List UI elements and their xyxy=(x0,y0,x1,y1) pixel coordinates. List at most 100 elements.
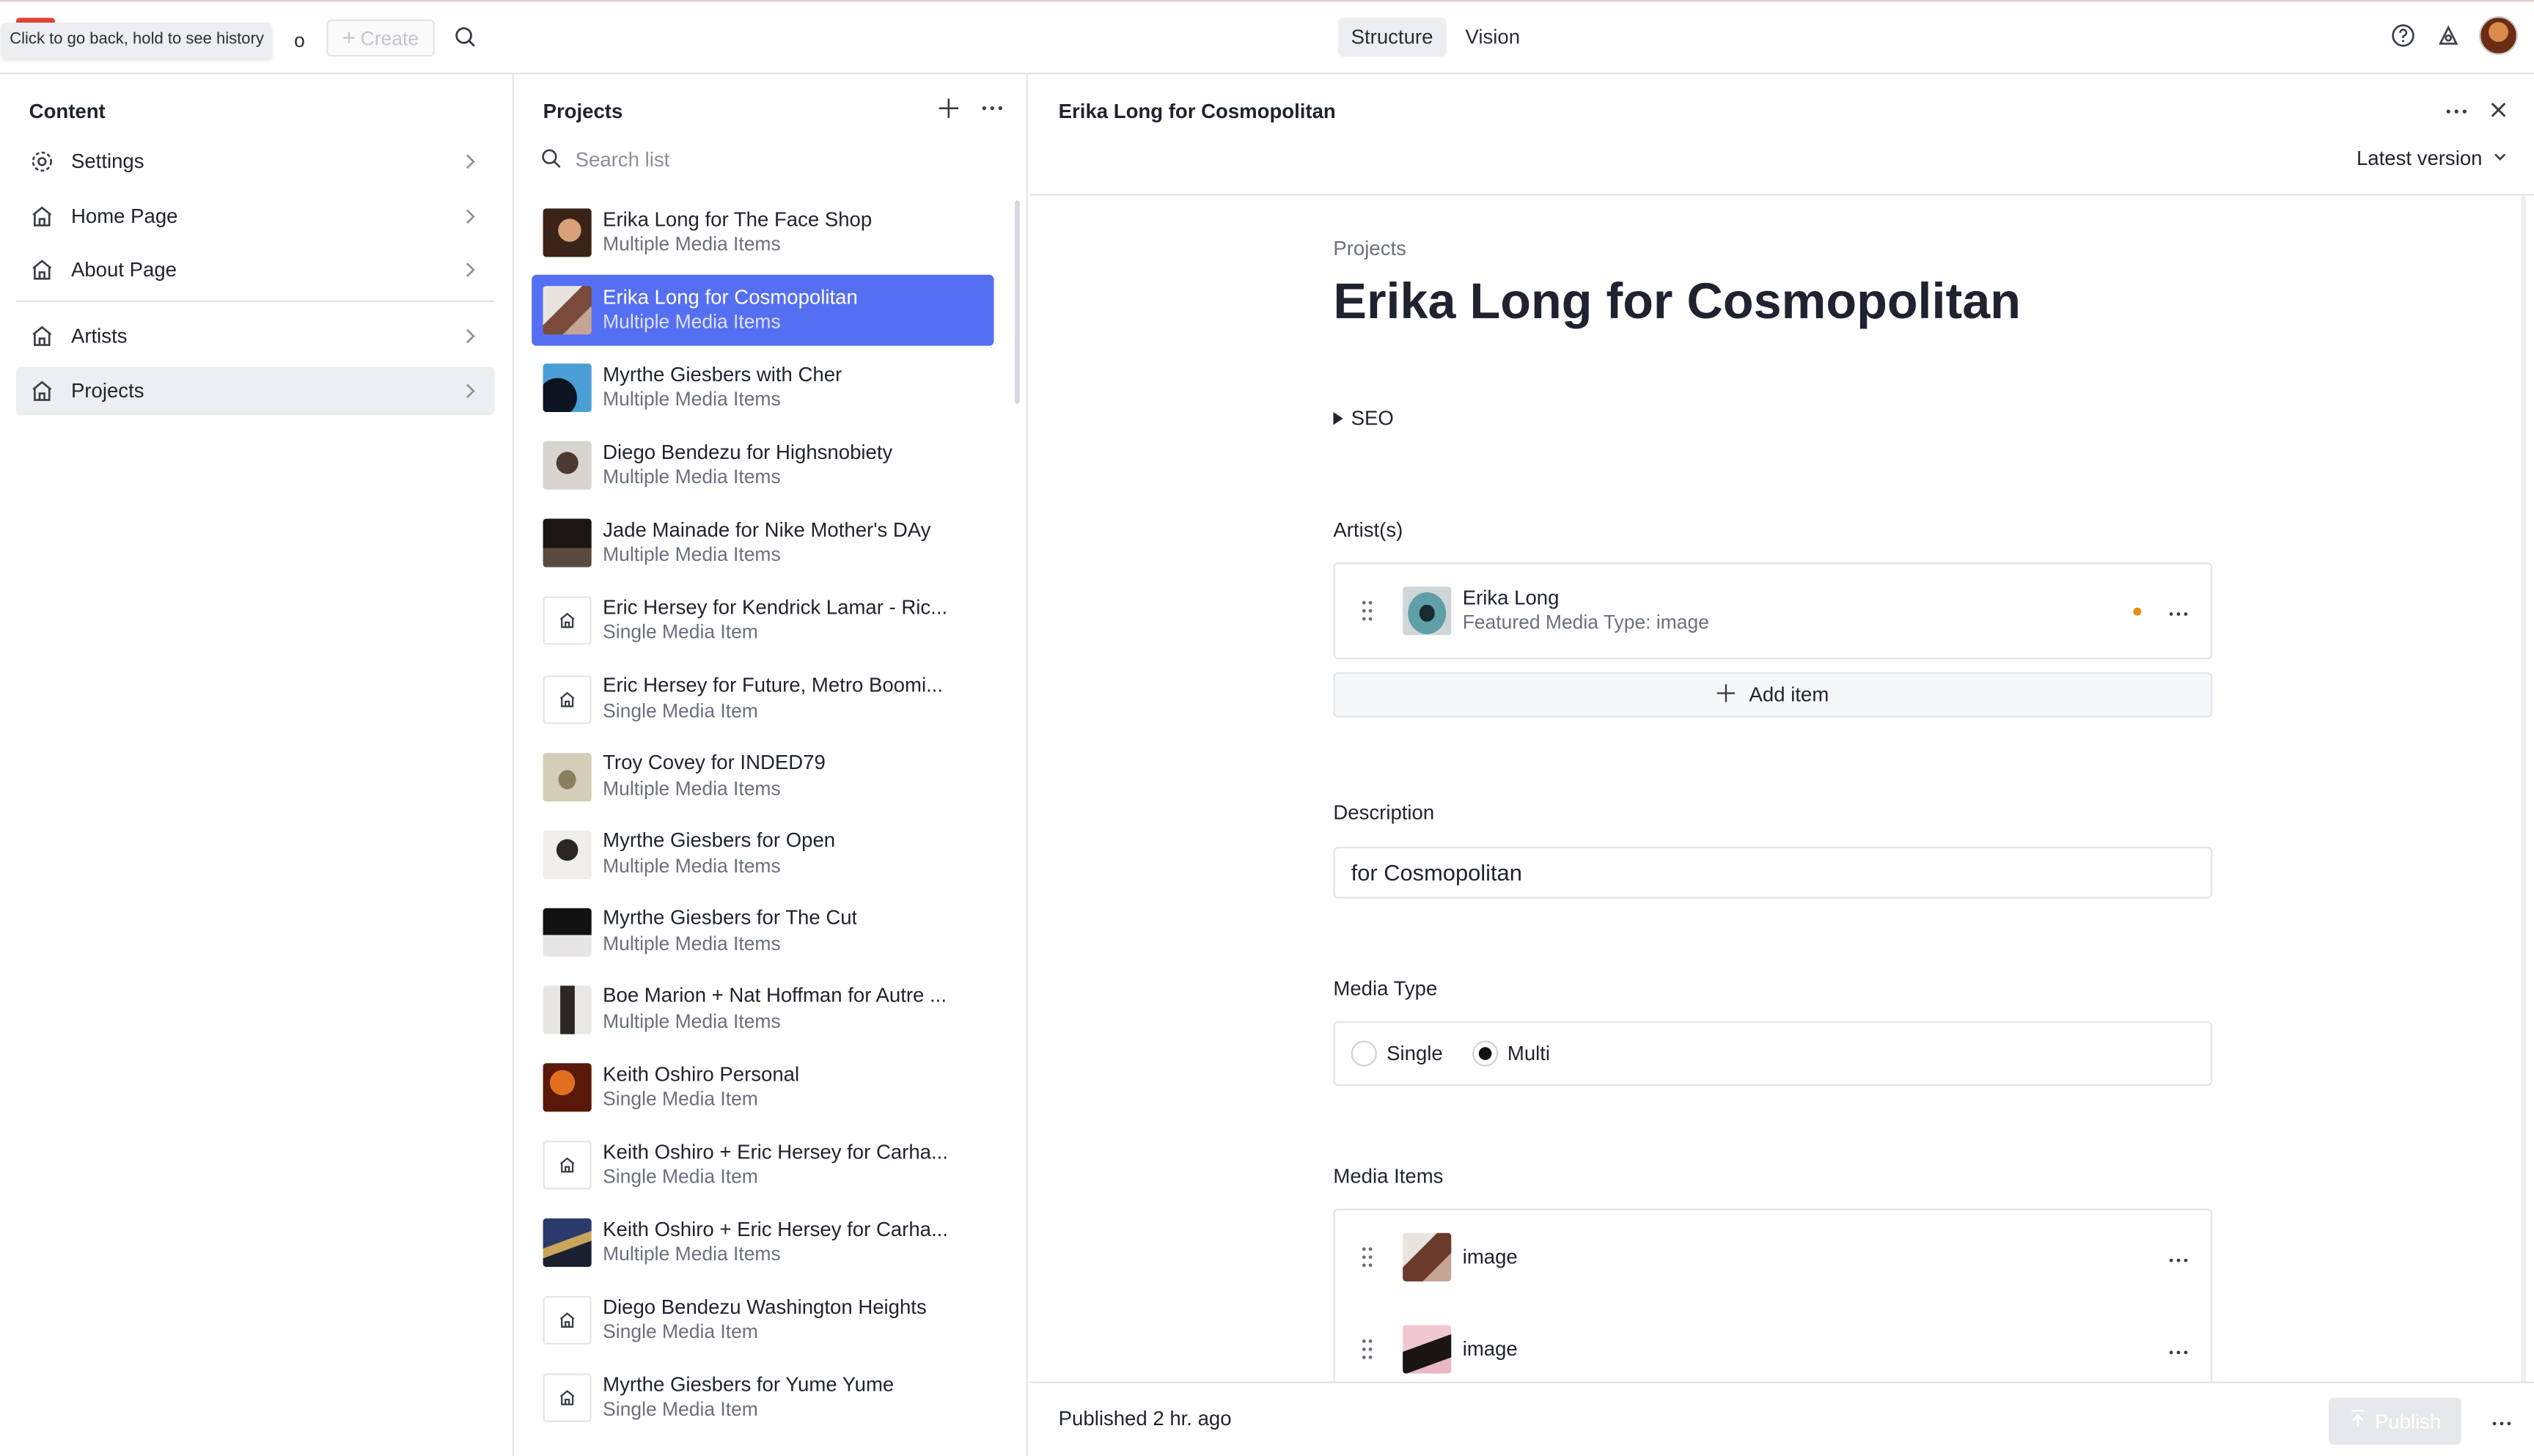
add-item-button[interactable]: Add item xyxy=(1333,672,2213,718)
nav-item-label: Projects xyxy=(70,378,144,402)
user-avatar[interactable] xyxy=(2479,16,2518,55)
search-list-input[interactable] xyxy=(575,148,963,172)
artist-reference-row[interactable]: Erika Long Featured Media Type: image xyxy=(1335,564,2211,658)
list-item-title: Boe Marion + Nat Hoffman for Autre ... xyxy=(603,985,947,1008)
add-document-icon[interactable] xyxy=(937,97,960,120)
list-item-title: Jade Mainade for Nike Mother's DAy xyxy=(603,518,931,542)
list-item[interactable]: Troy Covey for INDED79 Multiple Media Ite… xyxy=(532,741,994,812)
top-navbar: Click to go back, hold to see history o … xyxy=(0,0,2534,75)
list-item-subtitle: Single Media Item xyxy=(603,1398,758,1422)
plus-icon xyxy=(1716,683,1736,707)
list-item-subtitle: Multiple Media Items xyxy=(603,776,781,800)
media-item-row[interactable]: image xyxy=(1335,1303,2211,1382)
list-item-title: Diego Bendezu Washington Heights xyxy=(603,1295,927,1319)
version-select[interactable]: Latest version xyxy=(2357,147,2508,169)
artist-subtitle: Featured Media Type: image xyxy=(1462,611,1709,634)
nav-item-about-page[interactable]: About Page xyxy=(16,246,494,294)
more-options-icon[interactable] xyxy=(2167,603,2190,619)
workspace-name-fragment[interactable]: o xyxy=(294,29,305,52)
list-item[interactable]: Keith Oshiro + Eric Hersey for Carha... S… xyxy=(532,1130,994,1201)
tab-vision[interactable]: Vision xyxy=(1453,18,1533,56)
publish-icon xyxy=(2349,1409,2365,1433)
list-item[interactable]: Jade Mainade for Nike Mother's DAy Multip… xyxy=(532,508,994,579)
more-options-icon[interactable] xyxy=(2167,1249,2190,1265)
home-icon xyxy=(29,203,55,229)
chevron-right-icon xyxy=(462,380,478,400)
back-tooltip: Click to go back, hold to see history xyxy=(1,22,272,59)
create-button[interactable]: + Create xyxy=(326,19,435,57)
project-thumbnail xyxy=(543,752,592,801)
artist-thumbnail xyxy=(1403,587,1452,636)
more-options-icon[interactable] xyxy=(2167,1341,2190,1357)
help-icon[interactable] xyxy=(2389,21,2418,51)
breadcrumb: Projects xyxy=(1333,238,1406,260)
project-thumbnail xyxy=(543,364,592,413)
drag-handle-icon[interactable] xyxy=(1357,1336,1376,1361)
media-item-row[interactable]: image xyxy=(1335,1210,2211,1303)
radio-single[interactable] xyxy=(1351,1040,1377,1067)
list-item[interactable]: Keith Oshiro Personal Single Media Item xyxy=(532,1052,994,1123)
seo-section-toggle[interactable]: SEO xyxy=(1333,407,1394,430)
list-item-subtitle: Single Media Item xyxy=(603,1087,758,1111)
more-actions-icon[interactable] xyxy=(2491,1412,2513,1428)
notifications-icon[interactable] xyxy=(2434,21,2463,51)
list-item[interactable]: Erika Long for Cosmopolitan Multiple Medi… xyxy=(532,274,994,346)
project-thumbnail xyxy=(543,286,592,335)
radio-multi[interactable] xyxy=(1472,1040,1498,1067)
media-type-field: Single Multi xyxy=(1333,1021,2213,1087)
search-icon[interactable] xyxy=(452,24,478,50)
form-scrollbar[interactable] xyxy=(2521,195,2527,1382)
list-item-title: Eric Hersey for Kendrick Lamar - Ric... xyxy=(603,596,948,619)
seo-label: SEO xyxy=(1351,407,1394,430)
list-scrollbar[interactable] xyxy=(1015,200,1020,405)
list-item[interactable]: Erika Long for The Face Shop Multiple Med… xyxy=(532,197,994,268)
drag-handle-icon[interactable] xyxy=(1357,1243,1376,1269)
project-thumbnail xyxy=(543,908,592,957)
create-label: Create xyxy=(360,27,419,51)
list-item-subtitle: Multiple Media Items xyxy=(603,1010,781,1033)
list-item-subtitle: Multiple Media Items xyxy=(603,388,781,411)
top-accent-line xyxy=(0,0,2534,2)
project-thumbnail xyxy=(543,1063,592,1112)
list-item[interactable]: Eric Hersey for Kendrick Lamar - Ric... S… xyxy=(532,586,994,657)
chevron-right-icon xyxy=(462,326,478,345)
nav-item-settings[interactable]: Settings xyxy=(16,137,494,185)
nav-item-label: Settings xyxy=(70,150,144,173)
document-placeholder-icon xyxy=(543,1141,592,1190)
nav-divider xyxy=(16,300,495,303)
document-footer: Published 2 hr. ago Publish xyxy=(1029,1381,2534,1456)
nav-item-label: Artists xyxy=(70,325,128,348)
list-item[interactable]: Diego Bendezu for Highsnobiety Multiple M… xyxy=(532,430,994,501)
nav-item-artists[interactable]: Artists xyxy=(16,312,494,360)
list-item[interactable]: Myrthe Giesbers for The Cut Multiple Medi… xyxy=(532,897,994,968)
publish-button[interactable]: Publish xyxy=(2329,1397,2461,1445)
home-icon xyxy=(29,323,55,349)
list-item[interactable]: Diego Bendezu Washington Heights Single M… xyxy=(532,1285,994,1356)
list-item[interactable]: Myrthe Giesbers with Cher Multiple Media … xyxy=(532,353,994,424)
list-item-subtitle: Single Media Item xyxy=(603,1320,758,1344)
home-icon xyxy=(29,257,55,282)
publish-status: Published 2 hr. ago xyxy=(1058,1407,1232,1430)
plus-icon: + xyxy=(342,24,356,51)
list-item-title: Myrthe Giesbers for Open xyxy=(603,829,836,853)
project-thumbnail xyxy=(543,208,592,257)
list-item-title: Myrthe Giesbers for The Cut xyxy=(603,907,858,930)
list-item[interactable]: Eric Hersey for Future, Metro Boomi... Si… xyxy=(532,663,994,735)
nav-item-projects[interactable]: Projects xyxy=(16,366,495,415)
list-item[interactable]: Myrthe Giesbers for Open Multiple Media I… xyxy=(532,819,994,890)
more-options-icon[interactable] xyxy=(980,97,1005,120)
media-type-radio-group: Single Multi xyxy=(1335,1023,2211,1084)
more-options-icon[interactable] xyxy=(2444,102,2469,121)
list-item-subtitle: Multiple Media Items xyxy=(603,543,781,567)
list-item[interactable]: Keith Oshiro + Eric Hersey for Carha... M… xyxy=(532,1207,994,1279)
description-input[interactable]: for Cosmopolitan xyxy=(1333,846,2213,899)
close-icon[interactable] xyxy=(2489,100,2508,120)
content-pane: Content Settings Home Page About Page Ar… xyxy=(0,74,514,1456)
list-item-title: Erika Long for Cosmopolitan xyxy=(603,285,858,309)
list-item[interactable]: Boe Marion + Nat Hoffman for Autre ... Mu… xyxy=(532,974,994,1045)
list-item-subtitle: Multiple Media Items xyxy=(603,932,781,955)
tab-structure[interactable]: Structure xyxy=(1337,18,1447,57)
nav-item-home-page[interactable]: Home Page xyxy=(16,191,494,240)
drag-handle-icon[interactable] xyxy=(1357,598,1376,624)
list-item[interactable]: Myrthe Giesbers for Yume Yume Single Medi… xyxy=(532,1363,994,1434)
